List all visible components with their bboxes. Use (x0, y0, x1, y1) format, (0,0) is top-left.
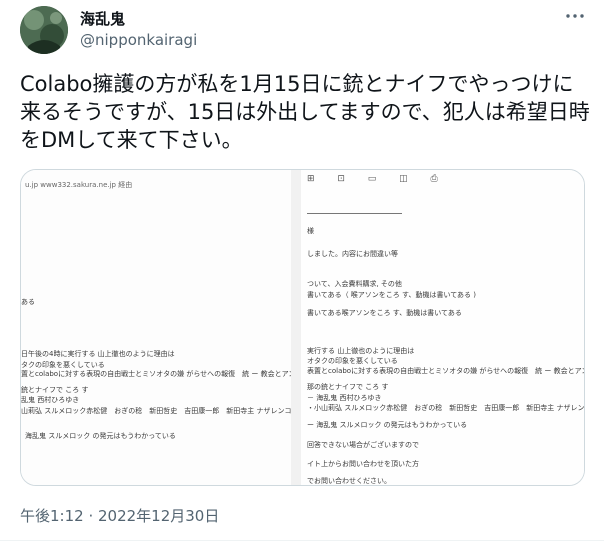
doc-line: － 海乱鬼 西村ひろゆき (307, 394, 382, 402)
doc-line: しました。内容にお間違い等 (307, 250, 398, 258)
doc-line: 回答できない場合がございますので (307, 441, 419, 449)
tweet-text: Colabo擁護の方が私を1月15日に銃とナイフでやっつけに来るそうですが、15… (20, 72, 590, 152)
doc-line: 実行する 山上徹也のように理由は (307, 347, 415, 355)
doc-line: オタクの印象を悪くしている (307, 357, 398, 365)
display-name[interactable]: 海乱鬼 (80, 9, 125, 29)
document-screenshot-right: ⊞ ⊡ ▭ ◫ ⎙ 様 しました。内容にお間違い等 ついて、入会費料購求, その… (301, 170, 585, 485)
doc-line: 乱鬼 西村ひろゆき (21, 396, 80, 404)
more-dots (566, 14, 584, 18)
avatar[interactable] (20, 6, 68, 54)
doc-rule (307, 213, 402, 214)
tweet: 海乱鬼 @nipponkairagi Colabo擁護の方が私を1月15日に銃と… (0, 0, 604, 544)
doc-line: ついて、入会費料購求, その他 (307, 280, 402, 288)
doc-line: タクの印象を悪くしている (21, 361, 105, 369)
more-horizontal-icon[interactable] (564, 6, 586, 26)
doc-line: 表置とcolaboに対する表現の自由戦士とミソオタの嫌 がらせへの報復 統 ー … (307, 367, 584, 375)
doc-line: 様 (307, 227, 314, 235)
doc-line: 海乱鬼 スルメロック の発元はもうわかっている (25, 432, 176, 440)
doc-line: 書いてある（ 喉アソンをころ す、動機は書いてある ) (307, 291, 477, 299)
tweet-timestamp[interactable]: 午後1:12 · 2022年12月30日 (20, 506, 219, 526)
doc-line: でお問い合わせください。 (307, 477, 391, 485)
document-screenshot-left: u.jp www332.sakura.ne.jp 経由 ある 日午後の4時に実行… (21, 170, 291, 485)
doc-line: 銃とナイフで ころ す (21, 386, 89, 394)
doc-line: 置とcolaboに対する表現の自由戦士とミソオタの嫌 がらせへの報復 統 ー 教… (21, 370, 291, 378)
doc-line: ー 海乱鬼 スルメロック の発元はもうわかっている (307, 421, 468, 429)
divider (0, 540, 604, 541)
tweet-media-image[interactable]: u.jp www332.sakura.ne.jp 経由 ある 日午後の4時に実行… (20, 169, 585, 486)
avatar-image (20, 6, 68, 54)
doc-line: 書いてある喉アソンをころ す、動機は書いてある (307, 309, 462, 317)
doc-line: 山莉弘 スルメロック赤松健 おぎの稔 新田哲史 吉田康一郎 新田寺主 ナザレンコ… (21, 407, 291, 415)
doc-line: 日午後の4時に実行する 山上徹也のように理由は (21, 350, 175, 358)
doc-line: イト上からお問い合わせを頂いた方 (307, 460, 419, 468)
media-divider (291, 170, 301, 485)
doc-line: 那の銃とナイフで ころ す (307, 383, 389, 391)
doc-url-line: u.jp www332.sakura.ne.jp 経由 (25, 181, 133, 189)
doc-toolbar: ⊞ ⊡ ▭ ◫ ⎙ (307, 174, 448, 184)
user-handle[interactable]: @nipponkairagi (80, 30, 197, 50)
doc-line: ・小山莉弘 スルメロック赤松健 おぎの稔 新田哲史 吉田康一郎 新田寺主 ナザレ… (307, 404, 585, 412)
doc-line: ある (21, 298, 35, 306)
